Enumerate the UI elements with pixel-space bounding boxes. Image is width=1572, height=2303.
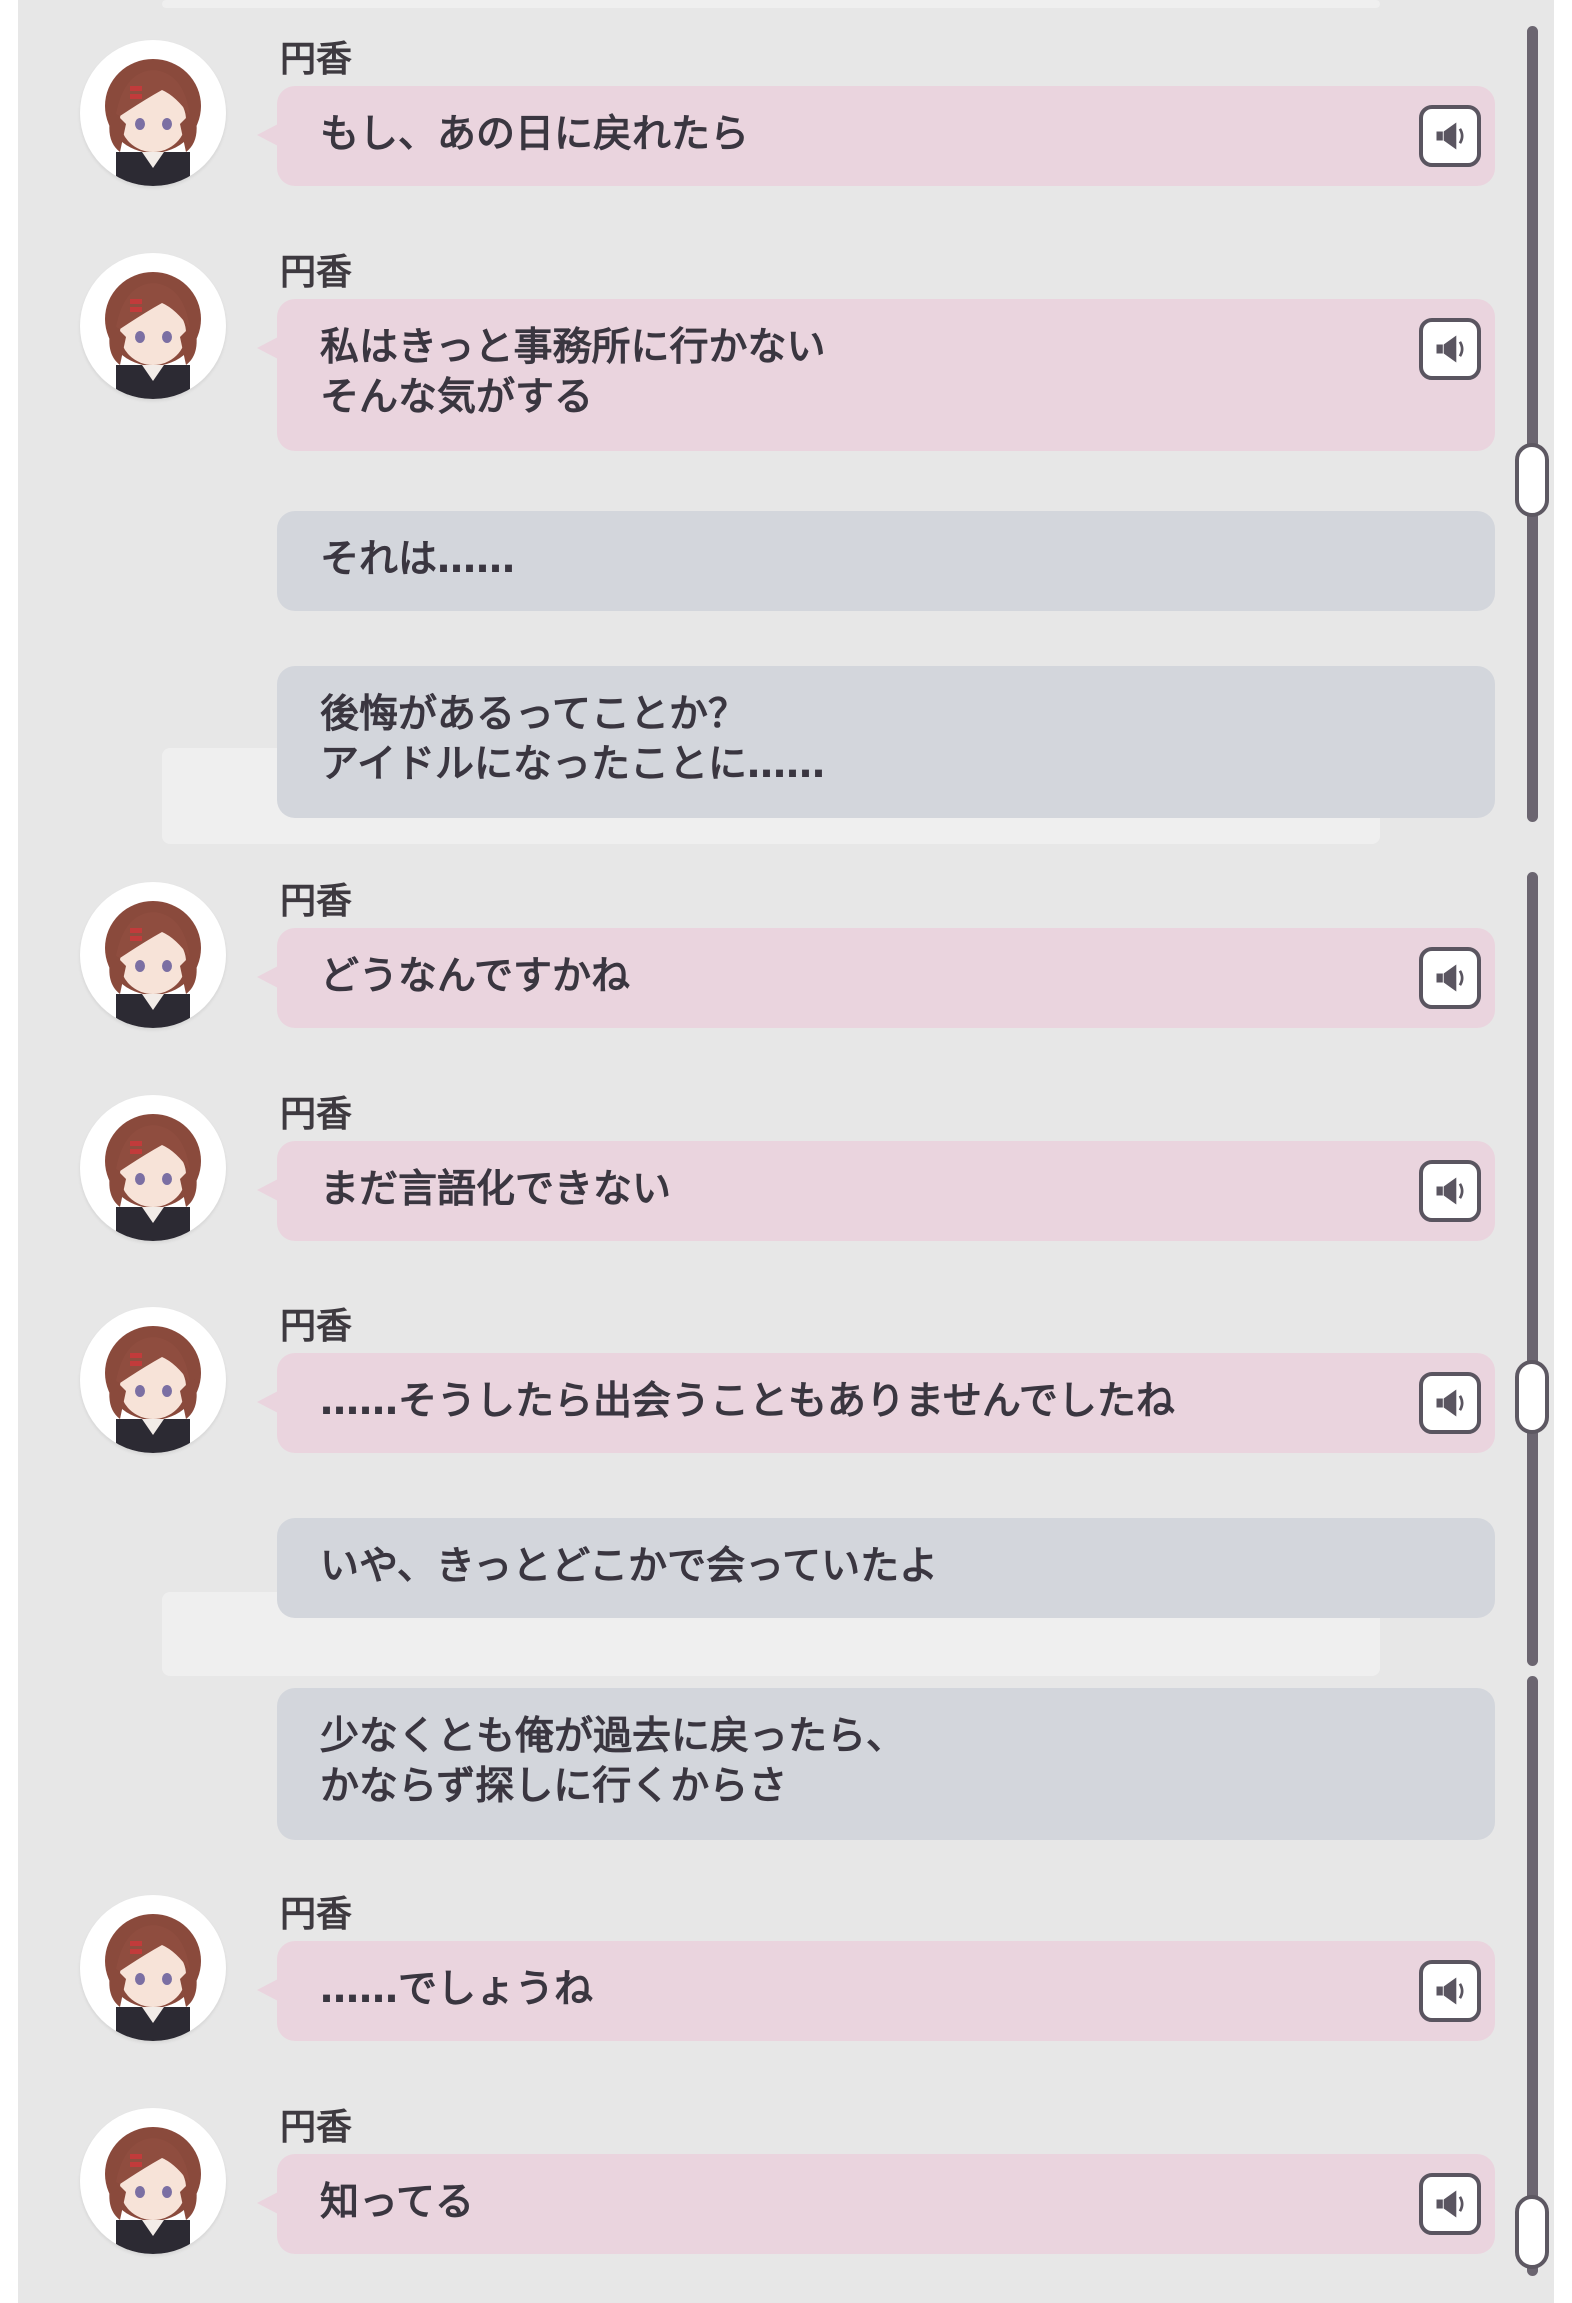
dialogue-line: かならず探しに行くからさ: [320, 1764, 788, 1809]
dialogue-bubble: それは……: [277, 511, 1495, 611]
log-entry: 円香 ……でしょうね: [18, 1885, 1518, 2045]
scrollbar-track[interactable]: [1527, 26, 1538, 822]
speaker-name: 円香: [280, 1094, 353, 1135]
avatar: [80, 40, 226, 186]
scrollbar-track[interactable]: [1527, 1676, 1538, 2276]
dialogue-bubble: 知ってる: [257, 2154, 1495, 2254]
dialogue-bubble: ……そうしたら出会うこともありませんでしたね: [257, 1353, 1495, 1453]
dialogue-bubble: いや、きっとどこかで会っていたよ: [277, 1518, 1495, 1618]
voice-replay-button[interactable]: [1419, 105, 1481, 167]
speaker-icon: [1436, 2190, 1464, 2218]
character-portrait: [105, 901, 201, 1028]
dialogue-line: もし、あの日に戻れたら: [320, 112, 750, 157]
message-log-panel[interactable]: 円香 もし、あの日に戻れたら 円香 私はきっと事務所に行かない そんな気がする …: [18, 0, 1554, 2303]
voice-replay-button[interactable]: [1419, 1372, 1481, 1434]
speaker-icon: [1436, 964, 1464, 992]
avatar: [80, 1895, 226, 2041]
speaker-name: 円香: [280, 2107, 353, 2148]
speaker-icon: [1436, 1389, 1464, 1417]
scrollbar-handle[interactable]: [1515, 443, 1549, 517]
avatar: [80, 1095, 226, 1241]
background-card: [162, 0, 1380, 8]
speaker-icon: [1436, 122, 1464, 150]
log-entry: 少なくとも俺が過去に戻ったら、 かならず探しに行くからさ: [18, 1688, 1518, 1840]
log-entry: 円香 まだ言語化できない: [18, 1085, 1518, 1245]
character-portrait: [105, 1114, 201, 1241]
log-entry: いや、きっとどこかで会っていたよ: [18, 1518, 1518, 1618]
avatar: [80, 1307, 226, 1453]
dialogue-bubble: ……でしょうね: [257, 1941, 1495, 2041]
voice-replay-button[interactable]: [1419, 318, 1481, 380]
dialogue-line: 後悔があるってことか？: [320, 692, 748, 737]
character-portrait: [105, 1914, 201, 2041]
log-entry: 円香 知ってる: [18, 2098, 1518, 2258]
dialogue-line: アイドルになったことに……: [320, 742, 826, 787]
voice-replay-button[interactable]: [1419, 1160, 1481, 1222]
dialogue-bubble: もし、あの日に戻れたら: [257, 86, 1495, 186]
voice-replay-button[interactable]: [1419, 947, 1481, 1009]
speaker-icon: [1436, 335, 1464, 363]
scrollbar-handle[interactable]: [1515, 2195, 1549, 2269]
avatar: [80, 253, 226, 399]
dialogue-bubble: 後悔があるってことか？ アイドルになったことに……: [277, 666, 1495, 818]
avatar: [80, 2108, 226, 2254]
scrollbar-track[interactable]: [1527, 872, 1538, 1666]
log-entry: 円香 どうなんですかね: [18, 872, 1518, 1032]
dialogue-line: 知ってる: [320, 2180, 475, 2225]
dialogue-line: 私はきっと事務所に行かない: [320, 325, 826, 370]
dialogue-bubble: どうなんですかね: [257, 928, 1495, 1028]
log-entry: 後悔があるってことか？ アイドルになったことに……: [18, 666, 1518, 818]
character-portrait: [105, 2127, 201, 2254]
character-portrait: [105, 272, 201, 399]
dialogue-line: 少なくとも俺が過去に戻ったら、: [320, 1714, 906, 1759]
dialogue-line: いや、きっとどこかで会っていたよ: [320, 1544, 939, 1589]
speaker-name: 円香: [280, 252, 353, 293]
log-entry: 円香 私はきっと事務所に行かない そんな気がする: [18, 243, 1518, 453]
dialogue-bubble: 私はきっと事務所に行かない そんな気がする: [257, 299, 1495, 451]
dialogue-line: ……そうしたら出会うこともありませんでしたね: [320, 1379, 1175, 1424]
speaker-name: 円香: [280, 39, 353, 80]
scrollbar-handle[interactable]: [1515, 1360, 1549, 1434]
speaker-name: 円香: [280, 1894, 353, 1935]
dialogue-bubble: 少なくとも俺が過去に戻ったら、 かならず探しに行くからさ: [277, 1688, 1495, 1840]
log-entry: 円香 もし、あの日に戻れたら: [18, 30, 1518, 190]
speaker-name: 円香: [280, 1306, 353, 1347]
voice-replay-button[interactable]: [1419, 1960, 1481, 2022]
speaker-icon: [1436, 1977, 1464, 2005]
log-entry: 円香 ……そうしたら出会うこともありませんでしたね: [18, 1297, 1518, 1457]
dialogue-bubble: まだ言語化できない: [257, 1141, 1495, 1241]
character-portrait: [105, 59, 201, 186]
dialogue-line: それは……: [320, 537, 516, 582]
voice-replay-button[interactable]: [1419, 2173, 1481, 2235]
avatar: [80, 882, 226, 1028]
dialogue-line: どうなんですかね: [320, 954, 631, 999]
dialogue-line: ……でしょうね: [320, 1967, 594, 2012]
speaker-name: 円香: [280, 881, 353, 922]
log-entry: それは……: [18, 511, 1518, 611]
dialogue-line: そんな気がする: [320, 375, 594, 420]
character-portrait: [105, 1326, 201, 1453]
dialogue-line: まだ言語化できない: [320, 1167, 672, 1212]
speaker-icon: [1436, 1177, 1464, 1205]
